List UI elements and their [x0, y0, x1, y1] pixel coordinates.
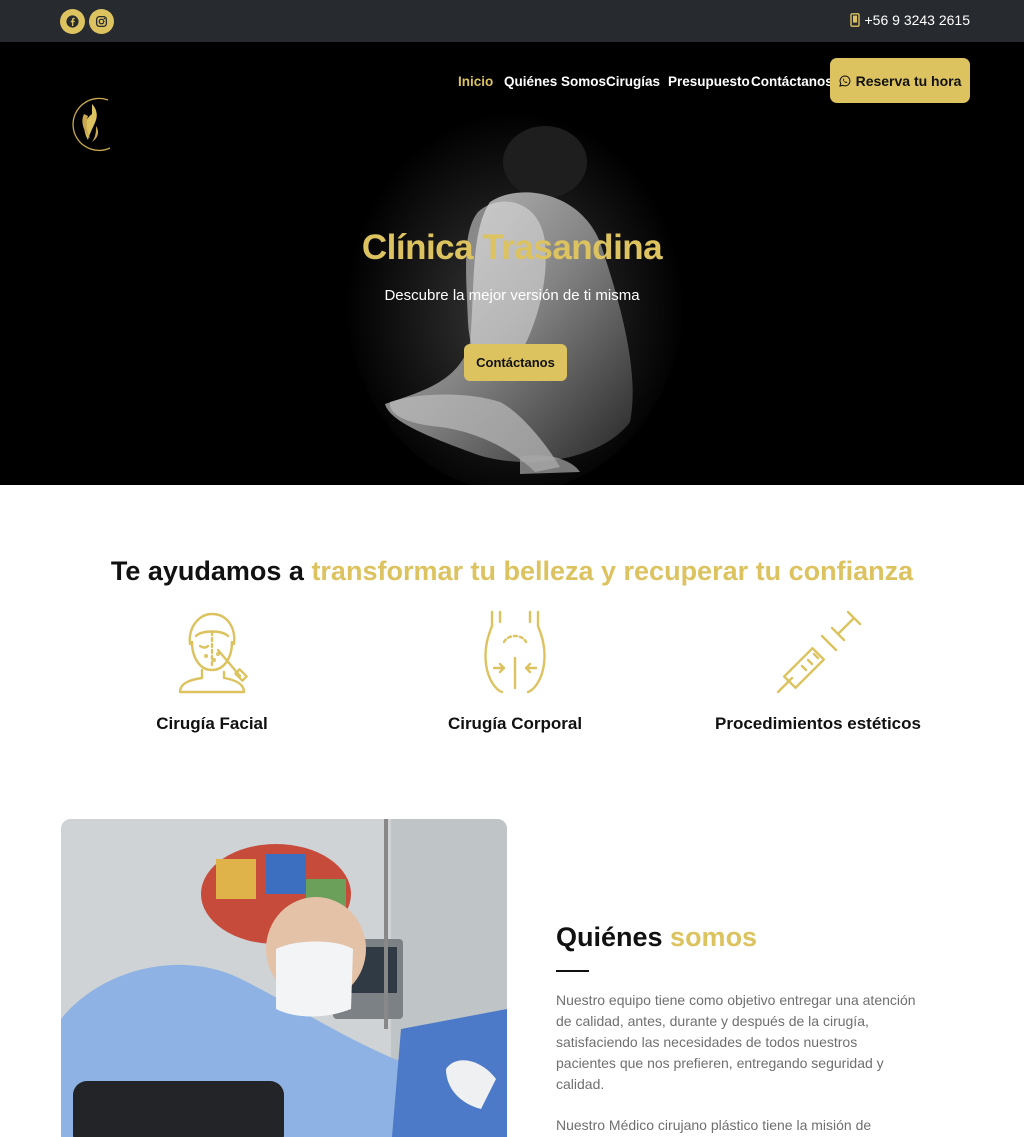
- instagram-link[interactable]: [89, 9, 114, 34]
- mobile-phone-icon: [849, 13, 860, 27]
- reserva-tu-hora-button[interactable]: Reserva tu hora: [830, 58, 970, 103]
- nav-item-quienes-somos[interactable]: Quiénes Somos: [504, 74, 606, 89]
- syringe-icon[interactable]: [774, 608, 864, 698]
- facebook-link[interactable]: [60, 9, 85, 34]
- service-label-cirugia-facial[interactable]: Cirugía Facial: [52, 714, 372, 734]
- about-title: Quiénes somos: [556, 922, 757, 953]
- nav-item-contactanos[interactable]: Contáctanos: [751, 74, 833, 89]
- nav-item-presupuesto[interactable]: Presupuesto: [668, 74, 750, 89]
- services-heading-prefix: Te ayudamos a: [110, 556, 312, 586]
- instagram-icon: [95, 15, 108, 28]
- hero-contactanos-button[interactable]: Contáctanos: [464, 344, 567, 381]
- about-paragraph-1: Nuestro equipo tiene como objetivo entre…: [556, 992, 916, 1092]
- facebook-icon: [66, 15, 79, 28]
- service-label-cirugia-corporal[interactable]: Cirugía Corporal: [355, 714, 675, 734]
- top-bar: +56 9 3243 2615: [0, 0, 1024, 42]
- whatsapp-icon: [838, 74, 850, 87]
- about-title-prefix: Quiénes: [556, 922, 671, 952]
- facial-surgery-icon[interactable]: [168, 608, 258, 698]
- about-title-accent: somos: [670, 922, 758, 952]
- about-divider: [556, 970, 589, 972]
- nav-item-cirugias[interactable]: Cirugías: [606, 74, 660, 89]
- surgeon-image: [61, 819, 507, 1137]
- phone-number: +56 9 3243 2615: [864, 12, 971, 28]
- service-label-procedimientos-esteticos[interactable]: Procedimientos estéticos: [658, 714, 978, 734]
- clinica-trasandina-logo[interactable]: [60, 92, 114, 154]
- body-surgery-icon[interactable]: [470, 608, 560, 698]
- services-heading-accent: transformar tu belleza y recuperar tu co…: [311, 556, 914, 586]
- reserva-tu-hora-label: Reserva tu hora: [855, 72, 962, 89]
- about-paragraph-2: Nuestro Médico cirujano plástico tiene l…: [556, 1117, 872, 1133]
- nav-item-inicio[interactable]: Inicio: [458, 74, 493, 89]
- hero-subtitle: Descubre la mejor versión de ti misma: [384, 287, 640, 304]
- logo-emblem-icon: [72, 97, 111, 152]
- surgeon-photo: [61, 819, 507, 1137]
- hero-title: Clínica Trasandina: [361, 228, 663, 267]
- phone-contact[interactable]: +56 9 3243 2615: [849, 12, 971, 28]
- services-heading: Te ayudamos a transformar tu belleza y r…: [0, 556, 1024, 587]
